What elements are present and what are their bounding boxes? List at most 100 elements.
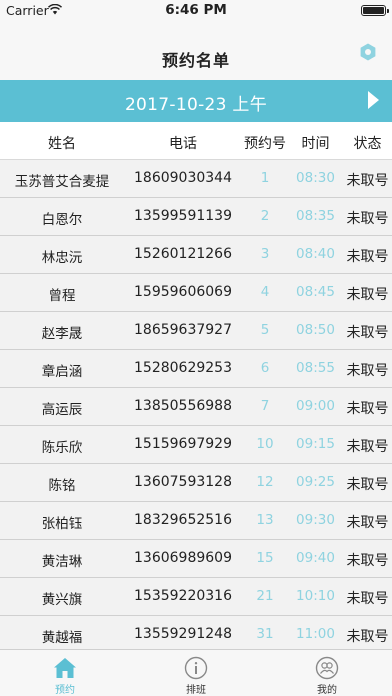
users-icon [315,656,339,680]
row-time: 11:00 [296,626,335,642]
row-phone: 18659637927 [134,322,232,338]
tab-label: 排班 [186,685,206,696]
table-row[interactable]: 白恩尔 13599591139 2 08:35 未取号 [0,198,392,236]
row-time: 08:40 [296,246,335,262]
header-status: 状态 [353,136,382,152]
row-number: 6 [260,360,270,376]
status-time: 6:46 PM [165,2,227,18]
row-name: 高运辰 [41,402,83,418]
row-name: 林忠沅 [41,250,83,266]
row-name: 玉苏普艾合麦提 [14,174,110,190]
row-number: 21 [256,588,274,604]
row-phone: 18329652516 [134,512,232,528]
table-row[interactable]: 玉苏普艾合麦提 18609030344 1 08:30 未取号 [0,160,392,198]
row-number: 7 [260,398,270,414]
row-time: 09:40 [296,550,335,566]
current-date: 2017-10-23 上午 [124,95,268,115]
row-number: 15 [256,550,274,566]
row-phone: 15159697929 [134,436,232,452]
row-name: 陈铭 [48,478,76,494]
row-name: 黄越福 [41,630,83,646]
row-phone: 13559291248 [134,626,232,642]
row-time: 10:10 [296,588,335,604]
row-status: 未取号 [346,515,389,531]
table-row[interactable]: 黄洁琳 13606989609 15 09:40 未取号 [0,540,392,578]
tab-label: 我的 [317,685,337,696]
table-row[interactable]: 陈铭 13607593128 12 09:25 未取号 [0,464,392,502]
row-number: 31 [256,626,274,642]
row-number: 5 [260,322,270,338]
header-number: 预约号 [244,136,286,152]
table-row[interactable]: 张柏钰 18329652516 13 09:30 未取号 [0,502,392,540]
row-status: 未取号 [346,173,389,189]
row-name: 黄兴旗 [41,592,83,608]
tab-label: 预约 [55,685,75,696]
tab-appointments[interactable]: 预约 [0,650,130,696]
row-time: 08:45 [296,284,335,300]
gear-icon[interactable] [358,42,378,62]
table-row[interactable]: 陈乐欣 15159697929 10 09:15 未取号 [0,426,392,464]
row-status: 未取号 [346,591,389,607]
page-title: 预约名单 [161,51,230,70]
nav-bar: 预约名单 [0,20,392,80]
row-time: 09:25 [296,474,335,490]
tab-bar: 预约 排班 我的 [0,649,392,696]
row-time: 09:30 [296,512,335,528]
row-time: 08:55 [296,360,335,376]
play-right-icon[interactable] [366,90,380,110]
row-time: 08:35 [296,208,335,224]
tab-profile[interactable]: 我的 [262,650,392,696]
date-selector[interactable]: 2017-10-23 上午 [0,80,392,122]
row-number: 10 [256,436,274,452]
row-status: 未取号 [346,249,389,265]
row-time: 09:00 [296,398,335,414]
table-row[interactable]: 黄兴旗 15359220316 21 10:10 未取号 [0,578,392,616]
row-status: 未取号 [346,553,389,569]
table-header: 姓名 电话 预约号 时间 状态 [0,122,392,160]
table-row[interactable]: 赵李晟 18659637927 5 08:50 未取号 [0,312,392,350]
row-phone: 13607593128 [134,474,232,490]
row-phone: 15959606069 [134,284,232,300]
row-name: 黄洁琳 [41,554,83,570]
row-number: 4 [260,284,270,300]
row-phone: 15359220316 [134,588,232,604]
row-phone: 18609030344 [134,170,232,186]
row-name: 章启涵 [41,364,83,380]
row-status: 未取号 [346,287,389,303]
row-name: 赵李晟 [41,326,83,342]
row-name: 白恩尔 [41,212,83,228]
row-number: 1 [260,170,270,186]
row-number: 3 [260,246,270,262]
table-row[interactable]: 林忠沅 15260121266 3 08:40 未取号 [0,236,392,274]
row-phone: 13599591139 [134,208,232,224]
home-icon [54,658,76,678]
row-phone: 15280629253 [134,360,232,376]
row-phone: 15260121266 [134,246,232,262]
row-time: 08:50 [296,322,335,338]
row-status: 未取号 [346,477,389,493]
info-icon [184,656,208,680]
header-phone: 电话 [169,136,197,152]
tab-schedule[interactable]: 排班 [131,650,261,696]
row-time: 09:15 [296,436,335,452]
row-phone: 13606989609 [134,550,232,566]
row-time: 08:30 [296,170,335,186]
appointment-list: 玉苏普艾合麦提 18609030344 1 08:30 未取号 白恩尔 1359… [0,160,392,654]
header-name: 姓名 [48,136,76,152]
row-status: 未取号 [346,629,389,645]
row-status: 未取号 [346,439,389,455]
row-number: 2 [260,208,270,224]
status-bar: Carrier 6:46 PM [0,0,392,20]
row-status: 未取号 [346,363,389,379]
row-status: 未取号 [346,325,389,341]
table-row[interactable]: 曾程 15959606069 4 08:45 未取号 [0,274,392,312]
table-row[interactable]: 章启涵 15280629253 6 08:55 未取号 [0,350,392,388]
battery-icon [361,5,389,16]
row-number: 13 [256,512,274,528]
row-status: 未取号 [346,401,389,417]
table-row[interactable]: 高运辰 13850556988 7 09:00 未取号 [0,388,392,426]
row-phone: 13850556988 [134,398,232,414]
row-number: 12 [256,474,274,490]
row-name: 曾程 [48,288,76,304]
row-name: 陈乐欣 [41,440,83,456]
